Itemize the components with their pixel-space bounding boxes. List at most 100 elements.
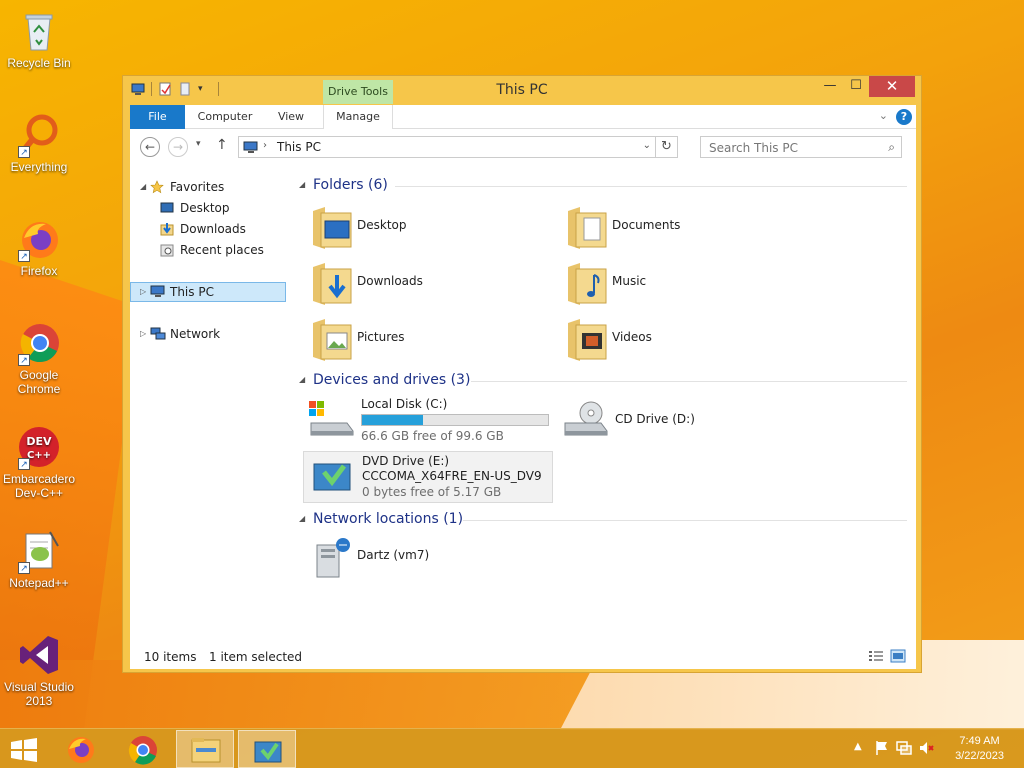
collapse-triangle-icon[interactable]: ◢ [299, 375, 305, 384]
group-header-devices[interactable]: ◢ Devices and drives (3) [295, 372, 907, 392]
back-button[interactable]: ← [140, 137, 160, 157]
breadcrumb[interactable]: This PC [277, 140, 321, 154]
drive-name: DVD Drive (E:) [362, 454, 450, 468]
everything-icon: ↗ [16, 112, 62, 158]
folder-item-music[interactable]: Music [560, 259, 810, 309]
address-bar[interactable]: › This PC ⌄ ↻ [238, 136, 678, 158]
volume-muted-icon[interactable] [918, 740, 934, 759]
sidebar-item-network[interactable]: ▷ Network [130, 324, 288, 344]
desktop-icon-visual-studio[interactable]: Visual Studio 2013 [2, 632, 76, 708]
this-pc-icon [243, 141, 259, 157]
address-dropdown-chevron-icon[interactable]: ⌄ [643, 140, 651, 151]
up-button[interactable]: ↑ [216, 137, 228, 153]
star-icon [150, 180, 164, 194]
show-hidden-icons-chevron-icon[interactable]: ▲ [854, 741, 862, 752]
desktop-icon-label: Recycle Bin [7, 56, 71, 70]
sidebar-item-recent-places[interactable]: Recent places [130, 240, 288, 260]
desktop-icon-devcpp[interactable]: DEV C++ ↗ Embarcadero Dev-C++ [2, 424, 76, 500]
sidebar-item-downloads[interactable]: Downloads [130, 219, 288, 239]
shortcut-arrow-icon: ↗ [18, 354, 30, 366]
maximize-button[interactable]: ☐ [843, 76, 869, 97]
collapse-triangle-icon[interactable]: ◢ [299, 180, 305, 189]
sidebar-item-label: Recent places [180, 243, 264, 257]
start-button[interactable] [0, 730, 48, 768]
folder-item-downloads[interactable]: Downloads [305, 259, 555, 309]
collapse-triangle-icon[interactable]: ◢ [299, 514, 305, 523]
recent-locations-chevron-icon[interactable]: ▾ [196, 139, 201, 149]
drive-item-local-disk-c[interactable]: Local Disk (C:) 66.6 GB free of 99.6 GB [303, 395, 553, 445]
navigation-pane: ◢ Favorites Desktop Downloads Recent pla… [130, 173, 290, 633]
drive-name: CD Drive (D:) [615, 412, 695, 426]
desktop-icon-label: Firefox [20, 264, 58, 278]
taskbar-setup[interactable] [238, 730, 296, 768]
chrome-icon [128, 736, 157, 765]
drive-item-cd-drive-d[interactable]: CD Drive (D:) [557, 395, 807, 445]
title-bar[interactable]: ▾ Drive Tools This PC — ☐ ✕ [123, 76, 921, 104]
divider [395, 186, 907, 187]
desktop-icon-chrome[interactable]: ↗ Google Chrome [2, 320, 76, 396]
system-tray: ▲ 7:49 AM 3/22/2023 [844, 729, 1024, 768]
folder-item-desktop[interactable]: Desktop [305, 203, 555, 253]
group-header-label: Devices and drives (3) [313, 372, 471, 388]
group-header-folders[interactable]: ◢ Folders (6) [295, 177, 907, 197]
sidebar-item-label: This PC [170, 285, 214, 299]
drive-free-space: 66.6 GB free of 99.6 GB [361, 429, 504, 443]
desktop-icon-notepadpp[interactable]: ↗ Notepad++ [2, 528, 76, 590]
details-view-button[interactable] [868, 649, 886, 665]
tab-view[interactable]: View [268, 105, 314, 129]
desktop-icon-recycle-bin[interactable]: Recycle Bin [2, 8, 76, 70]
taskbar-firefox[interactable] [52, 730, 110, 768]
group-header-network[interactable]: ◢ Network locations (1) [295, 511, 907, 531]
desktop-icon-everything[interactable]: ↗ Everything [2, 112, 76, 174]
refresh-button[interactable]: ↻ [655, 137, 677, 157]
group-header-label: Folders (6) [313, 177, 388, 193]
search-box[interactable]: Search This PC ⌕ [700, 136, 902, 158]
taskbar-file-explorer[interactable] [176, 730, 234, 768]
taskbar-chrome[interactable] [114, 730, 172, 768]
network-computer-icon [311, 535, 350, 579]
desktop-icon-firefox[interactable]: ↗ Firefox [2, 216, 76, 278]
desktop-icon-label: Everything [10, 160, 68, 174]
navigation-bar: ← → ▾ ↑ › This PC ⌄ ↻ Search This PC ⌕ [130, 129, 916, 165]
music-folder-icon [566, 261, 607, 305]
close-button[interactable]: ✕ [869, 76, 915, 97]
expand-triangle-icon[interactable]: ▷ [140, 324, 146, 344]
svg-text:C++: C++ [27, 450, 51, 461]
network-location-label: Dartz (vm7) [357, 548, 430, 562]
collapse-triangle-icon[interactable]: ◢ [140, 177, 146, 197]
action-center-flag-icon[interactable] [874, 740, 890, 759]
firefox-icon: ↗ [16, 216, 62, 262]
expand-ribbon-chevron-icon[interactable]: ⌄ [879, 109, 888, 122]
tab-computer[interactable]: Computer [190, 105, 260, 129]
explorer-window[interactable]: ▾ Drive Tools This PC — ☐ ✕ File Compute… [122, 75, 922, 673]
search-input[interactable]: Search This PC [709, 141, 798, 155]
network-location-item[interactable]: Dartz (vm7) [305, 533, 555, 583]
forward-button[interactable]: → [168, 137, 188, 157]
folder-item-videos[interactable]: Videos [560, 315, 810, 365]
dvd-drive-icon [310, 456, 354, 499]
folder-item-documents[interactable]: Documents [560, 203, 810, 253]
tab-manage[interactable]: Manage [323, 105, 393, 129]
folder-label: Music [612, 274, 647, 288]
search-icon[interactable]: ⌕ [888, 140, 895, 155]
clock[interactable]: 7:49 AM 3/22/2023 [955, 734, 1004, 764]
desktop-icon-label: Visual Studio 2013 [4, 680, 74, 708]
sidebar-item-label: Desktop [180, 201, 230, 215]
sidebar-item-this-pc[interactable]: ▷ This PC [130, 282, 286, 302]
network-status-icon[interactable] [896, 740, 912, 759]
shortcut-arrow-icon: ↗ [18, 250, 30, 262]
sidebar-item-favorites[interactable]: ◢ Favorites [130, 177, 288, 197]
devcpp-icon: DEV C++ ↗ [16, 424, 62, 470]
help-button[interactable]: ? [896, 109, 912, 125]
expand-triangle-icon[interactable]: ▷ [140, 282, 146, 302]
sidebar-item-desktop[interactable]: Desktop [130, 198, 288, 218]
minimize-button[interactable]: — [817, 76, 843, 97]
drive-item-dvd-drive-e[interactable]: DVD Drive (E:) CCCOMA_X64FRE_EN-US_DV9 0… [303, 451, 553, 503]
tab-file[interactable]: File [130, 105, 185, 129]
recycle-bin-icon [16, 8, 62, 54]
firefox-icon [68, 737, 94, 763]
large-icons-view-button[interactable] [890, 649, 908, 665]
divider [471, 381, 907, 382]
folder-item-pictures[interactable]: Pictures [305, 315, 555, 365]
breadcrumb-chevron-icon[interactable]: › [263, 140, 267, 151]
